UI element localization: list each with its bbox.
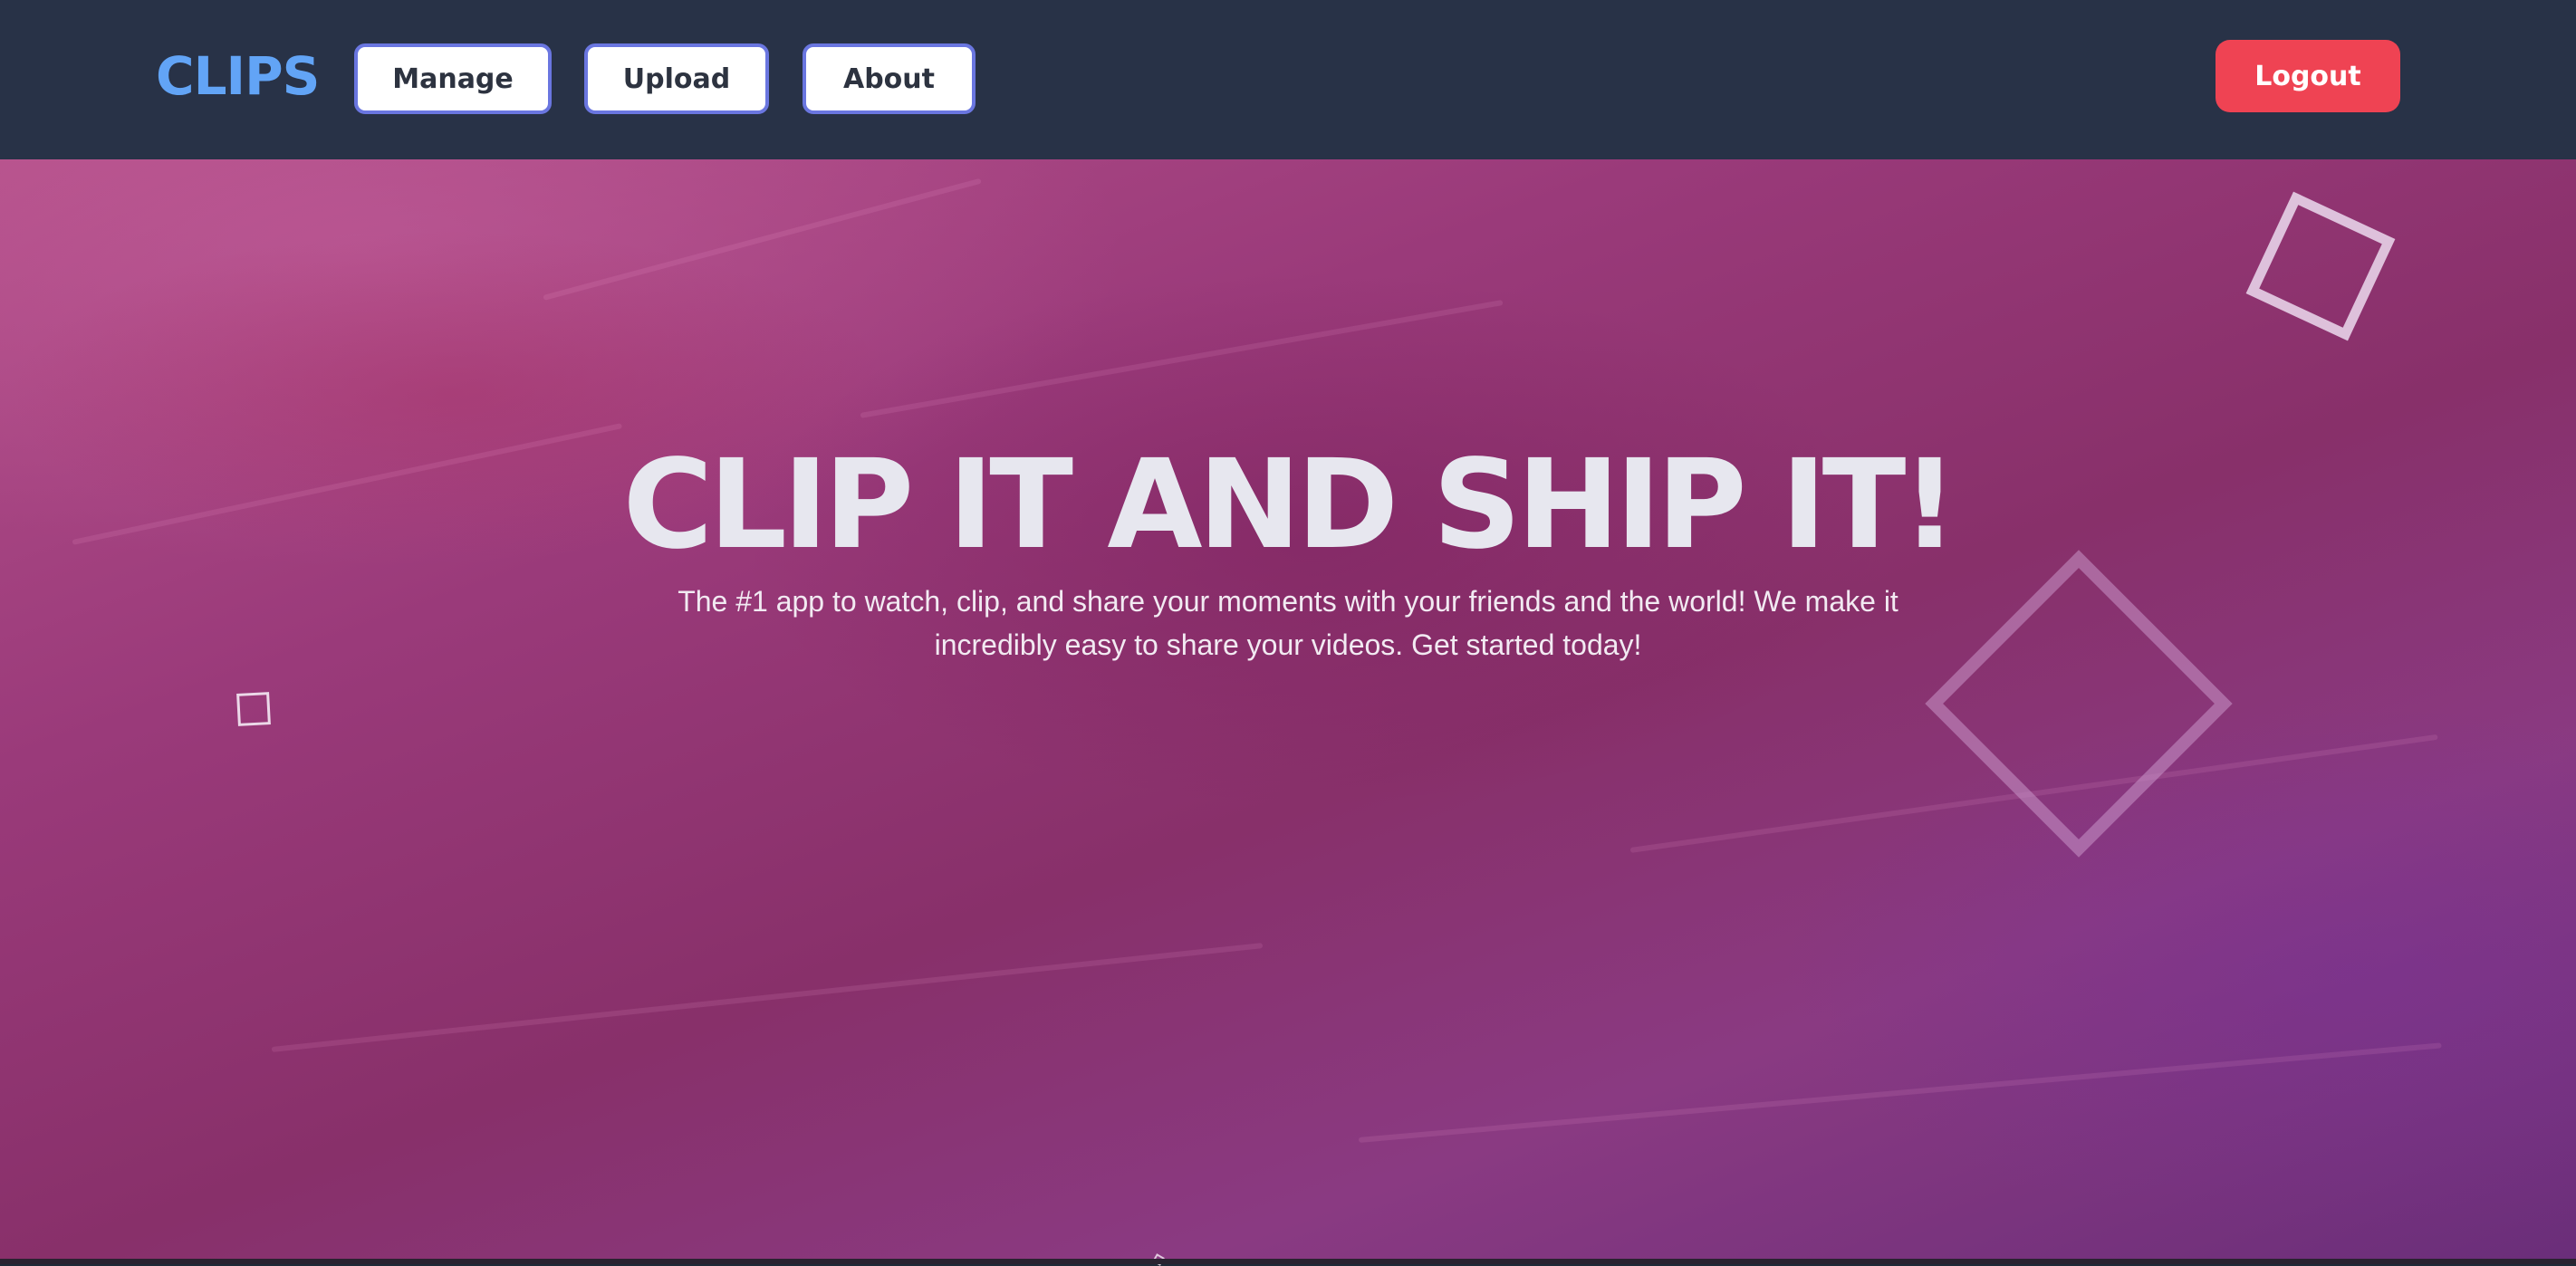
logo[interactable]: CLIPS — [156, 43, 320, 109]
hero-title: CLIP IT AND SHIP IT! — [622, 434, 1958, 577]
background-streak — [271, 943, 1264, 1052]
top-navbar: CLIPS Manage Upload About Logout — [0, 0, 2576, 159]
upload-button[interactable]: Upload — [584, 43, 769, 114]
page-bottom-edge — [0, 1259, 2576, 1264]
background-streak — [543, 177, 982, 301]
about-button[interactable]: About — [803, 43, 976, 114]
background-streak — [860, 300, 1504, 418]
background-streak — [1358, 1042, 2442, 1143]
hero-subtitle: The #1 app to watch, clip, and share you… — [678, 585, 1898, 661]
decorative-small-square-shape — [236, 692, 271, 726]
manage-button[interactable]: Manage — [354, 43, 552, 114]
logout-button[interactable]: Logout — [2216, 40, 2400, 112]
